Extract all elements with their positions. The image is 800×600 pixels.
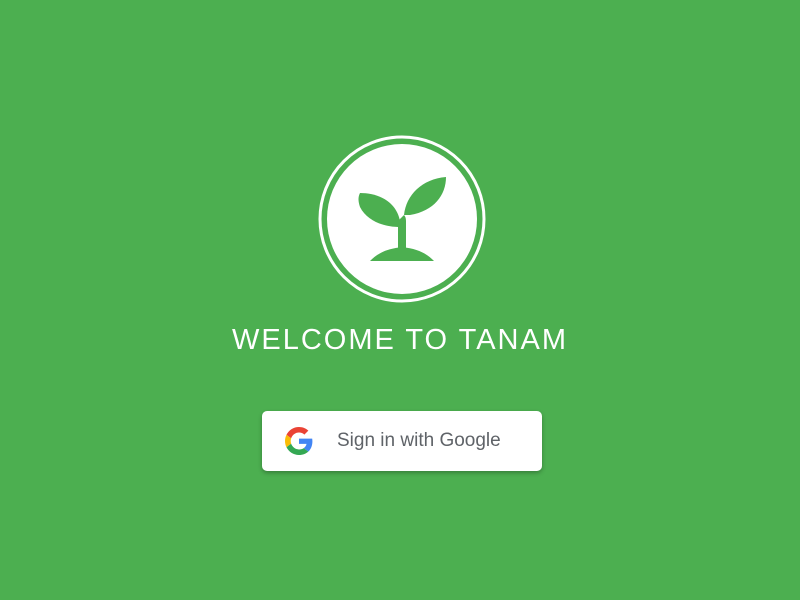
google-icon bbox=[285, 427, 313, 455]
welcome-title: WELCOME TO TANAM bbox=[231, 324, 568, 356]
signin-button-label: Sign in with Google bbox=[337, 430, 501, 451]
sprout-icon bbox=[318, 135, 486, 303]
app-logo bbox=[318, 135, 486, 303]
google-signin-button[interactable]: Sign in with Google bbox=[262, 411, 542, 471]
